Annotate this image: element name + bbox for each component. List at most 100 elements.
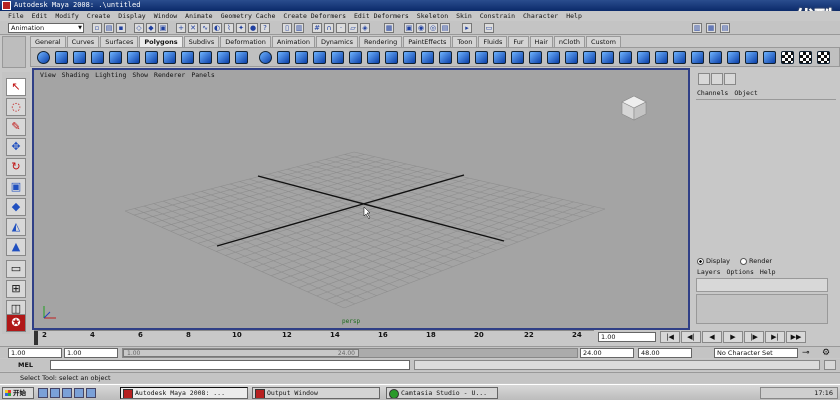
select-hierarchy-icon[interactable]: ◇ <box>134 23 144 33</box>
display-layer-radio[interactable] <box>697 257 704 265</box>
step-back-key-icon[interactable]: ◀| <box>681 331 701 343</box>
taskbar-item-camtasia[interactable]: Camtasia Studio - U... <box>386 387 498 399</box>
quick-select-icon[interactable]: ▭ <box>484 23 494 33</box>
collapse-icon[interactable] <box>583 51 596 64</box>
snap-point-icon[interactable]: · <box>336 23 346 33</box>
bridge-icon[interactable] <box>439 51 452 64</box>
step-forward-key-icon[interactable]: |▶ <box>744 331 764 343</box>
poly-cube-icon[interactable] <box>55 51 68 64</box>
fill-hole-icon[interactable] <box>475 51 488 64</box>
poly-pipe-icon[interactable] <box>181 51 194 64</box>
shelf-tab-painteffects[interactable]: PaintEffects <box>403 36 452 47</box>
channel-box-layout-icon[interactable] <box>698 73 710 85</box>
render-layer-radio[interactable] <box>739 257 747 265</box>
step-forward-frame-icon[interactable]: ▶▶ <box>786 331 806 343</box>
view-cube-icon[interactable] <box>620 94 648 122</box>
layer-list[interactable] <box>696 294 828 324</box>
shelf-tab-fur[interactable]: Fur <box>508 36 529 47</box>
menu-create[interactable]: Create <box>83 11 114 21</box>
shelf-tab-general[interactable]: General <box>30 36 66 47</box>
render-settings-icon[interactable]: ▤ <box>440 23 450 33</box>
go-to-end-icon[interactable]: ▶| <box>765 331 785 343</box>
character-set-select[interactable]: No Character Set <box>714 348 798 358</box>
ipr-render-icon[interactable]: ◎ <box>428 23 438 33</box>
shelf-tab-toon[interactable]: Toon <box>452 36 478 47</box>
taskbar-item-maya[interactable]: Autodesk Maya 2008: ... <box>120 387 248 399</box>
channel-box-only-icon[interactable] <box>711 73 723 85</box>
four-view-layout-icon[interactable]: ⊞ <box>6 280 26 298</box>
show-manipulator-icon[interactable]: ▲ <box>6 238 26 256</box>
automatic-mapping-icon[interactable] <box>763 51 776 64</box>
perspective-viewport[interactable]: View Shading Lighting Show Renderer Pane… <box>32 68 690 330</box>
harden-edge-icon[interactable] <box>709 51 722 64</box>
script-editor-icon[interactable] <box>824 360 836 370</box>
layer-menu-options[interactable]: Options <box>726 267 759 277</box>
construction-history-icon[interactable]: ▦ <box>384 23 394 33</box>
select-object-icon[interactable]: ◆ <box>146 23 156 33</box>
insert-edge-loop-icon[interactable] <box>511 51 524 64</box>
snap-grid-icon[interactable]: # <box>312 23 322 33</box>
poly-helix-icon[interactable] <box>199 51 212 64</box>
shelf-tab-dynamics[interactable]: Dynamics <box>315 36 359 47</box>
layer-menu-layers[interactable]: Layers <box>697 267 726 277</box>
soft-mod-tool-icon[interactable]: ◭ <box>6 218 26 236</box>
paint-select-tool-icon[interactable]: ✎ <box>6 118 26 136</box>
menu-display[interactable]: Display <box>114 11 149 21</box>
duplicate-face-icon[interactable] <box>655 51 668 64</box>
time-slider[interactable]: 2 4 6 8 10 12 14 16 18 20 22 24 <box>34 330 594 345</box>
shelf-tab-custom[interactable]: Custom <box>586 36 621 47</box>
select-curves-icon[interactable]: ∿ <box>200 23 210 33</box>
mirror-geometry-icon[interactable] <box>403 51 416 64</box>
layer-toolbar[interactable] <box>696 278 828 292</box>
menu-constrain[interactable]: Constrain <box>476 11 519 21</box>
menu-character[interactable]: Character <box>519 11 562 21</box>
layer-editor-only-icon[interactable] <box>724 73 736 85</box>
new-scene-icon[interactable]: ▫ <box>92 23 102 33</box>
reduce-icon[interactable] <box>385 51 398 64</box>
menu-file[interactable]: File <box>4 11 28 21</box>
select-deformations-icon[interactable]: ⌇ <box>224 23 234 33</box>
menu-create-deformers[interactable]: Create Deformers <box>279 11 350 21</box>
render-view-icon[interactable]: ▣ <box>404 23 414 33</box>
shelf-tab-hair[interactable]: Hair <box>529 36 553 47</box>
select-component-icon[interactable]: ▣ <box>158 23 168 33</box>
menu-skin[interactable]: Skin <box>452 11 476 21</box>
maya-app-icon[interactable] <box>2 1 11 10</box>
animation-end-field[interactable]: 48.00 <box>638 348 692 358</box>
select-misc-icon[interactable]: ? <box>260 23 270 33</box>
input-line-icon[interactable]: ▸ <box>462 23 472 33</box>
highlight-selection-icon[interactable]: ▥ <box>294 23 304 33</box>
manipulator-tool-icon[interactable]: ◆ <box>6 198 26 216</box>
animation-start-field[interactable]: 1.00 <box>8 348 62 358</box>
playback-start-field[interactable]: 1.00 <box>64 348 118 358</box>
shelf-tab-deformation[interactable]: Deformation <box>220 36 271 47</box>
poly-cylinder-icon[interactable] <box>73 51 86 64</box>
current-time-marker[interactable] <box>34 331 38 345</box>
poly-sphere-icon[interactable] <box>37 51 50 64</box>
shelf-tab-rendering[interactable]: Rendering <box>359 36 403 47</box>
menu-skeleton[interactable]: Skeleton <box>413 11 452 21</box>
extract-icon[interactable] <box>295 51 308 64</box>
menu-animate[interactable]: Animate <box>181 11 216 21</box>
boolean-union-icon[interactable] <box>313 51 326 64</box>
select-rendering-icon[interactable]: ● <box>248 23 258 33</box>
select-surfaces-icon[interactable]: ◐ <box>212 23 222 33</box>
show-attribute-editor-icon[interactable]: ▥ <box>692 23 702 33</box>
extrude-icon[interactable] <box>421 51 434 64</box>
open-scene-icon[interactable]: ▤ <box>104 23 114 33</box>
combine-icon[interactable] <box>259 51 272 64</box>
title-bar[interactable]: Autodesk Maya 2008: .\untitled <box>0 0 840 11</box>
animation-preferences-icon[interactable]: ⚙ <box>822 348 830 358</box>
select-joints-icon[interactable]: ✕ <box>188 23 198 33</box>
menu-geometry-cache[interactable]: Geometry Cache <box>217 11 280 21</box>
reverse-normals-icon[interactable] <box>727 51 740 64</box>
layer-menu-help[interactable]: Help <box>760 267 782 277</box>
show-tool-settings-icon[interactable]: ▦ <box>706 23 716 33</box>
offset-edge-loop-icon[interactable] <box>529 51 542 64</box>
rotate-tool-icon[interactable]: ↻ <box>6 158 26 176</box>
auto-key-icon[interactable]: ⊸ <box>802 348 810 358</box>
separate-icon[interactable] <box>277 51 290 64</box>
quicklaunch-desktop-icon[interactable] <box>62 388 72 398</box>
quicklaunch-media-icon[interactable] <box>74 388 84 398</box>
channel-box-menu-channels[interactable]: Channels <box>697 88 734 98</box>
